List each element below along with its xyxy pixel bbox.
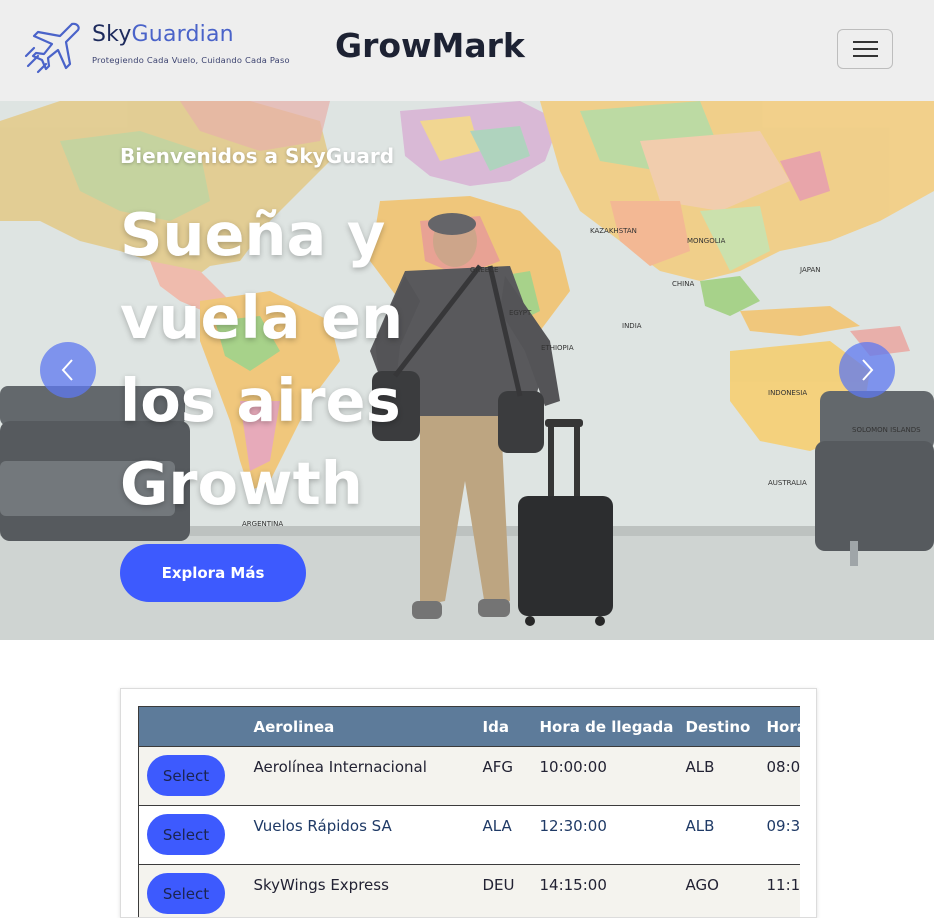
map-country-label: CHINA xyxy=(672,280,694,288)
map-country-label: GREECE xyxy=(470,266,498,274)
logo-wordmark-guardian: Guardian xyxy=(132,22,234,47)
cell-hora: 08:00 xyxy=(767,747,801,806)
map-country-label: AUSTRALIA xyxy=(768,479,807,487)
cell-ida: AFG xyxy=(483,747,540,806)
map-country-label: ETHIOPIA xyxy=(541,344,574,352)
hamburger-menu-icon xyxy=(853,41,878,43)
flights-table: Aerolinea Ida Hora de llegada Destino Ho… xyxy=(138,706,800,918)
select-flight-button[interactable]: Select xyxy=(147,755,225,796)
carousel-prev-button[interactable] xyxy=(40,342,96,398)
brand-title[interactable]: GrowMark xyxy=(335,26,525,65)
logo[interactable]: SkyGuardian Protegiendo Cada Vuelo, Cuid… xyxy=(22,18,312,74)
logo-wordmark-sky: Sky xyxy=(92,22,132,47)
cell-aerolinea: Vuelos Rápidos SA xyxy=(254,806,483,865)
column-header-hora-llegada: Hora de llegada xyxy=(540,707,686,747)
logo-wordmark: SkyGuardian xyxy=(92,22,234,47)
map-country-label: KAZAKHSTAN xyxy=(590,227,637,235)
select-flight-button[interactable]: Select xyxy=(147,814,225,855)
cell-hora-llegada: 12:30:00 xyxy=(540,806,686,865)
chevron-left-icon xyxy=(58,358,78,382)
airplane-logo-icon xyxy=(22,18,82,74)
explore-more-button[interactable]: Explora Más xyxy=(120,544,306,602)
cell-aerolinea: Aerolínea Internacional xyxy=(254,747,483,806)
map-country-label: JAPAN xyxy=(799,266,821,274)
cell-hora: 11:15 xyxy=(767,865,801,918)
map-country-label: INDIA xyxy=(622,322,642,330)
map-country-label: EGYPT xyxy=(509,309,532,317)
cell-hora-llegada: 10:00:00 xyxy=(540,747,686,806)
cell-hora: 09:30 xyxy=(767,806,801,865)
select-cell: Select xyxy=(139,865,254,918)
column-header-hora: Hora xyxy=(767,707,801,747)
map-country-label: MONGOLIA xyxy=(687,237,726,245)
cell-ida: DEU xyxy=(483,865,540,918)
table-row: Select Vuelos Rápidos SA ALA 12:30:00 AL… xyxy=(139,806,801,865)
flights-table-scroll[interactable]: Aerolinea Ida Hora de llegada Destino Ho… xyxy=(138,706,800,918)
cell-aerolinea: SkyWings Express xyxy=(254,865,483,918)
carousel-next-button[interactable] xyxy=(839,342,895,398)
hamburger-menu-icon-bar xyxy=(853,48,878,50)
column-header-select xyxy=(139,707,254,747)
select-cell: Select xyxy=(139,806,254,865)
hamburger-menu-icon-bar xyxy=(853,55,878,57)
hero-title: Sueña y vuela en los aires Growth xyxy=(120,193,440,525)
select-flight-button[interactable]: Select xyxy=(147,873,225,914)
column-header-ida: Ida xyxy=(483,707,540,747)
hero-subtitle: Bienvenidos a SkyGuard xyxy=(120,144,394,168)
cell-destino: ALB xyxy=(686,806,767,865)
navbar-toggle-button[interactable] xyxy=(837,29,893,69)
select-cell: Select xyxy=(139,747,254,806)
column-header-aerolinea: Aerolinea xyxy=(254,707,483,747)
hero-carousel: CHINA MONGOLIA KAZAKHSTAN INDIA JAPAN INDONES… xyxy=(0,101,934,640)
table-header-row: Aerolinea Ida Hora de llegada Destino Ho… xyxy=(139,707,801,747)
table-row: Select Aerolínea Internacional AFG 10:00… xyxy=(139,747,801,806)
cell-destino: AGO xyxy=(686,865,767,918)
flights-table-card: Aerolinea Ida Hora de llegada Destino Ho… xyxy=(120,688,817,918)
cell-destino: ALB xyxy=(686,747,767,806)
map-country-label: SOLOMON ISLANDS xyxy=(852,426,921,434)
chevron-right-icon xyxy=(857,358,877,382)
table-row: Select SkyWings Express DEU 14:15:00 AGO… xyxy=(139,865,801,918)
top-navbar: SkyGuardian Protegiendo Cada Vuelo, Cuid… xyxy=(0,0,934,101)
column-header-destino: Destino xyxy=(686,707,767,747)
logo-tagline: Protegiendo Cada Vuelo, Cuidando Cada Pa… xyxy=(92,55,290,65)
cell-ida: ALA xyxy=(483,806,540,865)
cell-hora-llegada: 14:15:00 xyxy=(540,865,686,918)
map-country-label: INDONESIA xyxy=(768,389,807,397)
